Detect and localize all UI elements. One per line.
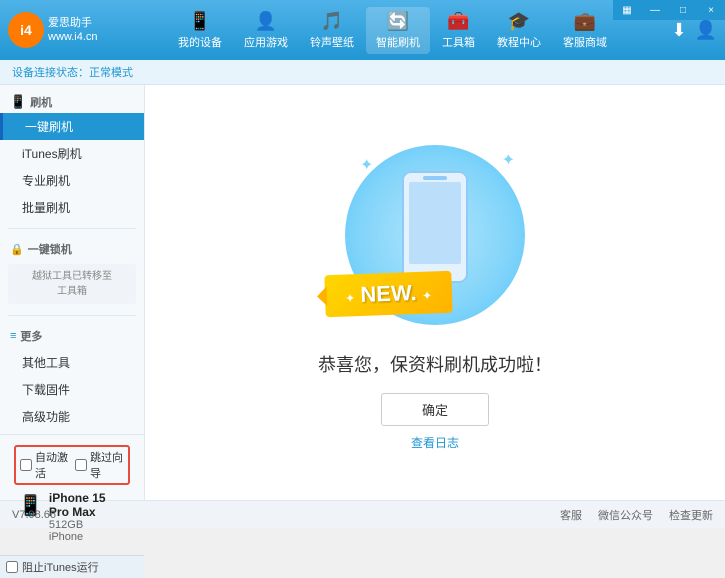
new-badge: ✦ NEW. ✦: [324, 270, 452, 316]
flash-category-icon: 📱: [10, 94, 26, 110]
more-section: ≡ 更多 其他工具 下载固件 高级功能: [0, 319, 144, 434]
nav-tutorials[interactable]: 🎓 教程中心: [487, 7, 551, 54]
breadcrumb: 设备连接状态：正常模式: [0, 60, 725, 85]
window-controls: ▦ — □ ×: [613, 0, 725, 20]
nav-smart-flash[interactable]: 🔄 智能刷机: [366, 7, 430, 54]
sidebar-item-advanced[interactable]: 高级功能: [0, 403, 144, 430]
nav-toolbox[interactable]: 🧰 工具箱: [432, 7, 485, 54]
auto-export-input[interactable]: [75, 459, 87, 471]
logo-text: 爱思助手 www.i4.cn: [48, 16, 98, 45]
nav-my-device[interactable]: 📱 我的设备: [168, 7, 232, 54]
device-storage: 512GB: [49, 519, 126, 531]
footer-customer[interactable]: 客服: [560, 507, 582, 523]
minimize-button[interactable]: —: [641, 0, 669, 20]
itunes-checkbox[interactable]: [6, 561, 18, 573]
sidebar-footer: 自动激活 跳过向导 📱 iPhone 15 Pro Max 512GB iPho…: [0, 434, 144, 555]
toolbox-icon: 🧰: [447, 11, 469, 32]
close-button[interactable]: ×: [697, 0, 725, 20]
breadcrumb-status: 正常模式: [89, 67, 133, 79]
notice-box: 越狱工具已转移至工具箱: [8, 264, 136, 304]
view-log-link[interactable]: 查看日志: [411, 434, 459, 451]
more-category: ≡ 更多: [0, 323, 144, 349]
app-logo: i4 爱思助手 www.i4.cn: [8, 12, 98, 48]
main-layout: 📱 刷机 一键刷机 iTunes刷机 专业刷机 批量刷机 🔒 一键锁机 越狱工具…: [0, 85, 725, 500]
success-message: 恭喜您，保资料刷机成功啦！: [318, 351, 552, 377]
footer-check-update[interactable]: 检查更新: [669, 507, 713, 523]
auto-row: 自动激活 跳过向导: [14, 445, 130, 485]
service-icon: 💼: [574, 11, 596, 32]
header-actions: ⬇ 👤: [671, 20, 717, 41]
my-device-icon: 📱: [189, 11, 211, 32]
confirm-button[interactable]: 确定: [381, 393, 489, 426]
breadcrumb-prefix: 设备连接状态：: [12, 67, 89, 79]
lock-category: 🔒 一键锁机: [0, 236, 144, 260]
footer-version: V7.98.66: [12, 509, 56, 521]
wifi-icon: ▦: [613, 0, 641, 20]
user-button[interactable]: 👤: [695, 20, 717, 41]
auto-export-checkbox[interactable]: 跳过向导: [75, 449, 124, 481]
star-left: ✦: [345, 291, 356, 305]
sidebar-item-batch-flash[interactable]: 批量刷机: [0, 194, 144, 221]
new-badge-text: NEW.: [360, 280, 417, 307]
itunes-label: 阻止iTunes运行: [22, 559, 99, 575]
sidebar-item-one-click-flash[interactable]: 一键刷机: [0, 113, 144, 140]
download-button[interactable]: ⬇: [671, 20, 686, 41]
device-details: iPhone 15 Pro Max 512GB iPhone: [49, 491, 126, 543]
sidebar-divider-1: [8, 228, 136, 229]
main-content: ✦ ✦ ✦ ✦ NEW. ✦ 恭喜您，保资料刷机成功啦！ 确定 查看日志: [145, 85, 725, 500]
itunes-bar: 阻止iTunes运行: [0, 555, 144, 578]
footer-links: 客服 微信公众号 检查更新: [560, 507, 713, 523]
logo-icon: i4: [8, 12, 44, 48]
device-section: 自动激活 跳过向导 📱 iPhone 15 Pro Max 512GB iPho…: [8, 441, 136, 549]
flash-category: 📱 刷机: [0, 89, 144, 113]
sidebar: 📱 刷机 一键刷机 iTunes刷机 专业刷机 批量刷机 🔒 一键锁机 越狱工具…: [0, 85, 145, 500]
nav-service[interactable]: 💼 客服商域: [553, 7, 617, 54]
nav-ringtones[interactable]: 🎵 铃声壁纸: [300, 7, 364, 54]
sidebar-item-itunes-flash[interactable]: iTunes刷机: [0, 140, 144, 167]
main-nav: 📱 我的设备 👤 应用游戏 🎵 铃声壁纸 🔄 智能刷机 🧰 工具箱 🎓 教程中心…: [114, 7, 672, 54]
sidebar-item-download-firmware[interactable]: 下载固件: [0, 376, 144, 403]
auto-activate-input[interactable]: [20, 459, 32, 471]
sidebar-item-other-tools[interactable]: 其他工具: [0, 349, 144, 376]
ringtone-icon: 🎵: [321, 11, 343, 32]
auto-activate-checkbox[interactable]: 自动激活: [20, 449, 69, 481]
flash-icon: 🔄: [387, 11, 409, 32]
apps-icon: 👤: [255, 11, 277, 32]
footer-wechat[interactable]: 微信公众号: [598, 507, 653, 523]
tutorial-icon: 🎓: [508, 11, 530, 32]
notice-section: 🔒 一键锁机 越狱工具已转移至工具箱: [0, 232, 144, 312]
maximize-button[interactable]: □: [669, 0, 697, 20]
sparkle-tr: ✦: [502, 150, 515, 170]
nav-apps-games[interactable]: 👤 应用游戏: [234, 7, 298, 54]
sidebar-item-pro-flash[interactable]: 专业刷机: [0, 167, 144, 194]
success-graphic: ✦ ✦ ✦ ✦ NEW. ✦: [335, 135, 535, 335]
star-right: ✦: [422, 288, 433, 302]
device-name: iPhone 15 Pro Max: [49, 491, 126, 519]
sidebar-divider-2: [8, 315, 136, 316]
more-icon: ≡: [10, 330, 16, 342]
lock-icon: 🔒: [10, 243, 24, 256]
sparkle-tl: ✦: [360, 155, 373, 175]
notice-text: 越狱工具已转移至工具箱: [15, 269, 129, 299]
device-type: iPhone: [49, 531, 126, 543]
flash-section: 📱 刷机 一键刷机 iTunes刷机 专业刷机 批量刷机: [0, 85, 144, 225]
